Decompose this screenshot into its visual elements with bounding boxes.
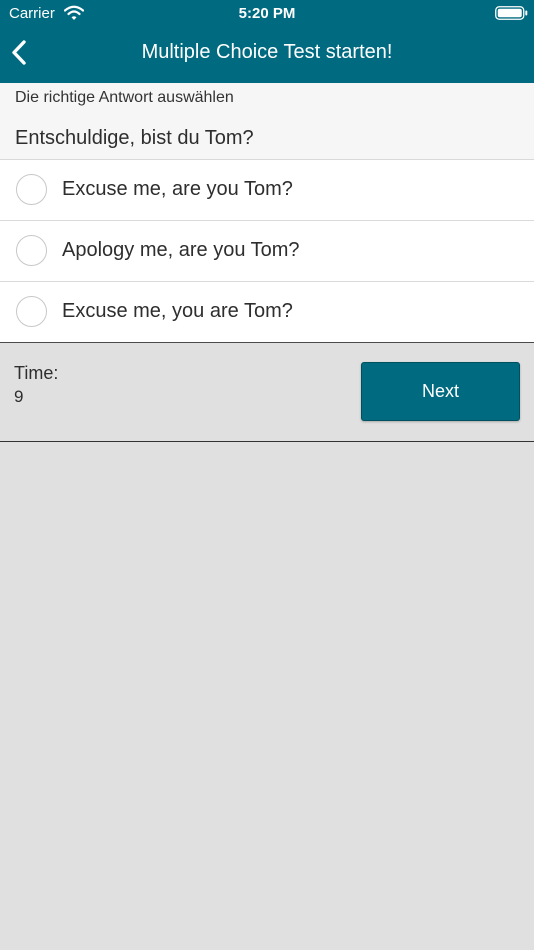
quiz-footer: Time: 9 Next (0, 343, 534, 442)
answer-option[interactable]: Apology me, are you Tom? (0, 221, 534, 282)
status-time: 5:20 PM (238, 5, 296, 22)
radio-button[interactable] (16, 235, 47, 266)
instruction-text: Die richtige Antwort auswählen (15, 89, 234, 106)
question-text: Entschuldige, bist du Tom? (15, 127, 254, 149)
question-panel: Die richtige Antwort auswählen Entschuld… (0, 83, 534, 160)
answer-option-label: Apology me, are you Tom? (62, 239, 300, 261)
timer-value: 9 (14, 387, 24, 406)
next-button[interactable]: Next (361, 362, 520, 421)
timer-label: Time: (14, 363, 59, 383)
answer-option-label: Excuse me, you are Tom? (62, 300, 293, 322)
app-header: Carrier 5:20 PM Multiple Choice Test sta… (0, 0, 534, 83)
status-bar: Carrier 5:20 PM (0, 0, 534, 28)
battery-icon (495, 6, 528, 20)
answer-option[interactable]: Excuse me, you are Tom? (0, 282, 534, 343)
answer-option-label: Excuse me, are you Tom? (62, 178, 293, 200)
page-title: Multiple Choice Test starten! (141, 41, 393, 63)
answer-option[interactable]: Excuse me, are you Tom? (0, 160, 534, 221)
radio-button[interactable] (16, 174, 47, 205)
answer-options-list: Excuse me, are you Tom? Apology me, are … (0, 160, 534, 343)
navigation-bar: Multiple Choice Test starten! (0, 28, 534, 83)
radio-button[interactable] (16, 296, 47, 327)
